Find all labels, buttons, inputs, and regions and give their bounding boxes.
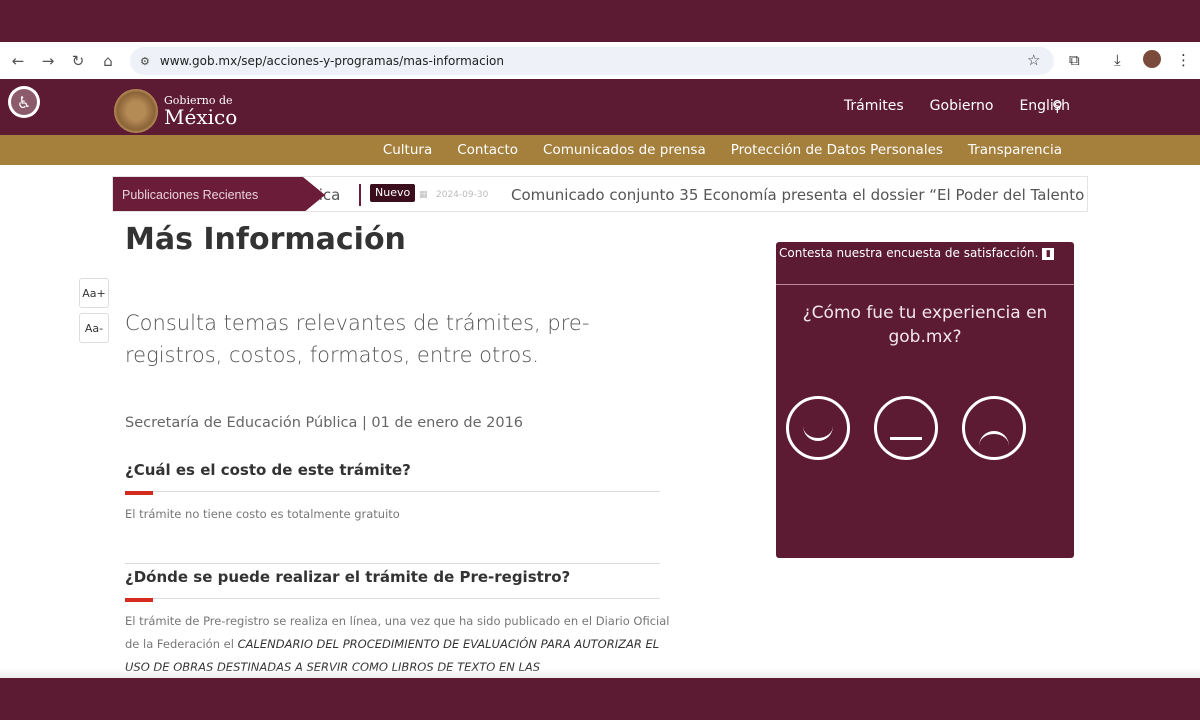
address-bar[interactable]: ⚙ www.gob.mx/sep/acciones-y-programas/mas… — [130, 47, 1054, 75]
subnav-comunicados[interactable]: Comunicados de prensa — [543, 142, 706, 158]
extensions-icon[interactable]: ⧉ — [1069, 51, 1080, 69]
avatar[interactable] — [1143, 50, 1161, 68]
main-content: blica Publicaciones Recientes Nuevo ▦ 20… — [0, 165, 1200, 678]
lead-text: Consulta temas relevantes de trámites, p… — [125, 311, 590, 367]
bar-chart-icon: ▮ — [1042, 247, 1055, 260]
browser-toolbar: ← → ↻ ⌂ ⚙ www.gob.mx/sep/acciones-y-progr… — [0, 42, 1200, 79]
scroll-fade — [0, 668, 1200, 678]
ticker-date: 2024-09-30 — [436, 190, 489, 200]
reload-icon[interactable]: ↻ — [63, 52, 93, 70]
new-badge: Nuevo — [370, 184, 416, 202]
divider — [125, 598, 660, 599]
divider — [125, 491, 660, 492]
page-title: Más Información — [125, 222, 406, 257]
seal-icon — [114, 89, 158, 133]
search-icon[interactable]: ⚲ — [1052, 97, 1063, 115]
happy-face-icon[interactable] — [786, 396, 850, 460]
recent-publications-ticker: blica Publicaciones Recientes Nuevo ▦ 20… — [112, 176, 1088, 212]
ticker-headline[interactable]: Comunicado conjunto 35 Economía presenta… — [511, 177, 1087, 211]
forward-icon[interactable]: → — [33, 52, 63, 70]
download-icon[interactable]: ⤓ — [1114, 51, 1121, 69]
back-icon[interactable]: ← — [3, 52, 33, 70]
divider — [125, 563, 660, 564]
home-icon[interactable]: ⌂ — [93, 52, 123, 70]
subnav-transparencia[interactable]: Transparencia — [968, 142, 1062, 158]
ticker-arrow — [303, 177, 325, 211]
neutral-face-icon[interactable] — [874, 396, 938, 460]
satisfaction-survey: Contesta nuestra encuesta de satisfacció… — [776, 242, 1074, 558]
logo-line2: México — [164, 105, 238, 129]
accent-bar — [125, 491, 153, 495]
subnav-contacto[interactable]: Contacto — [457, 142, 518, 158]
site-settings-icon[interactable]: ⚙ — [140, 55, 150, 68]
site-header: ♿ Gobierno de México Trámites Gobierno En… — [0, 79, 1200, 135]
url-text: www.gob.mx/sep/acciones-y-programas/mas-… — [159, 54, 505, 68]
ticker-label: Publicaciones Recientes — [113, 177, 303, 211]
sad-face-icon[interactable] — [962, 396, 1026, 460]
survey-question: ¿Cómo fue tu experiencia en gob.mx? — [802, 303, 1048, 347]
calendar-icon: ▦ — [419, 190, 428, 200]
ticker-divider — [359, 184, 361, 206]
subnav-proteccion-datos[interactable]: Protección de Datos Personales — [731, 142, 943, 158]
subnav-cultura[interactable]: Cultura — [383, 142, 432, 158]
publication-meta: Secretaría de Educación Pública | 01 de … — [125, 415, 524, 431]
nav-gobierno[interactable]: Gobierno — [930, 98, 994, 114]
accessibility-icon[interactable]: ♿ — [8, 86, 40, 118]
bookmark-star-icon[interactable]: ☆ — [1027, 51, 1040, 69]
menu-icon[interactable]: ⋮ — [1176, 51, 1191, 69]
font-increase-button[interactable]: Aa+ — [79, 278, 109, 308]
gobierno-logo[interactable]: Gobierno de México — [114, 89, 237, 133]
survey-prompt: Contesta nuestra encuesta de satisfacció… — [779, 246, 1039, 260]
accent-bar — [125, 598, 153, 602]
faq-answer: El trámite no tiene costo es totalmente … — [125, 507, 400, 521]
faq-question: ¿Cuál es el costo de este trámite? — [125, 461, 411, 479]
font-decrease-button[interactable]: Aa- — [79, 313, 109, 343]
faq-question: ¿Dónde se puede realizar el trámite de P… — [125, 568, 571, 586]
nav-tramites[interactable]: Trámites — [844, 98, 904, 114]
sub-navigation: Cultura Contacto Comunicados de prensa P… — [0, 135, 1200, 165]
